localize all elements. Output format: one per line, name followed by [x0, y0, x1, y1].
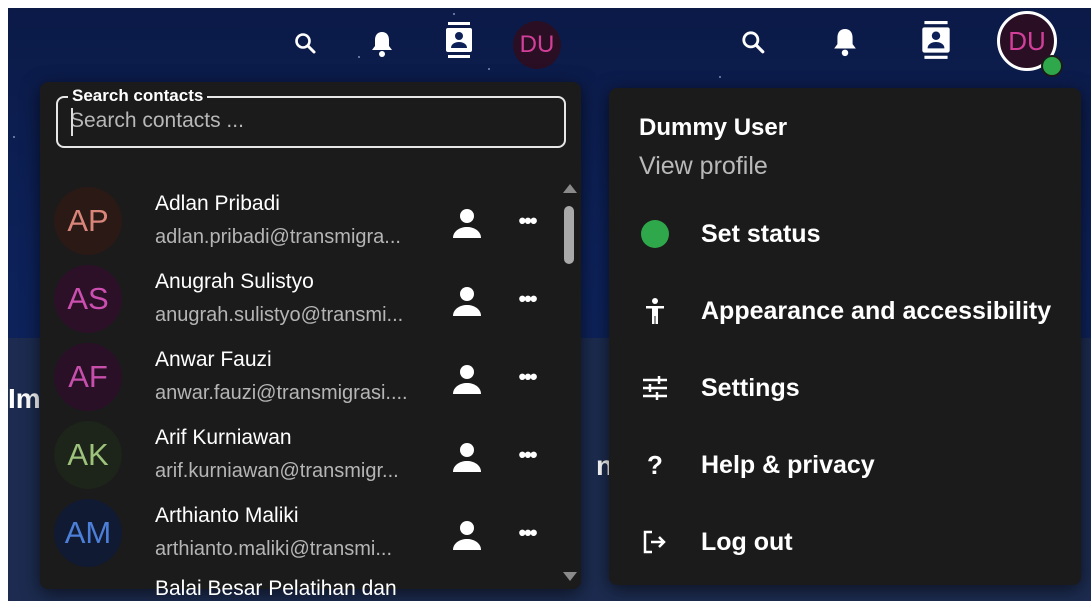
profile-panel-screenshot: DU n Dummy User View profile Set status …: [596, 0, 1091, 601]
contacts-scrollbar[interactable]: [560, 182, 578, 582]
profile-menu-dropdown: Dummy User View profile Set status Appea…: [609, 88, 1081, 585]
more-options-icon[interactable]: •••: [512, 518, 542, 548]
menu-item-appearance[interactable]: Appearance and accessibility: [609, 281, 1081, 341]
menu-item-settings[interactable]: Settings: [609, 358, 1081, 418]
search-icon[interactable]: [737, 26, 769, 58]
search-contacts-input[interactable]: [70, 108, 540, 134]
menu-item-set-status[interactable]: Set status: [609, 204, 1081, 264]
contact-email: arthianto.maliki@transmi...: [155, 538, 393, 560]
bell-icon[interactable]: [367, 28, 397, 60]
more-options-icon[interactable]: •••: [512, 362, 542, 392]
bell-icon[interactable]: [829, 24, 861, 60]
contact-row[interactable]: AS Anugrah Sulistyo anugrah.sulistyo@tra…: [40, 262, 560, 340]
background-star: [453, 13, 455, 15]
person-icon[interactable]: [450, 284, 486, 320]
menu-item-log-out[interactable]: Log out: [609, 512, 1081, 572]
user-avatar-button[interactable]: DU: [513, 21, 561, 69]
person-icon[interactable]: [450, 440, 486, 476]
menu-item-label: Appearance and accessibility: [701, 297, 1052, 325]
user-avatar-initials: DU: [519, 31, 555, 58]
contact-row[interactable]: AP Adlan Pribadi adlan.pribadi@transmigr…: [40, 184, 560, 262]
contact-name: Arif Kurniawan: [155, 426, 292, 449]
search-icon[interactable]: [290, 28, 320, 58]
scrollbar-thumb[interactable]: [564, 206, 574, 264]
contact-name: Anugrah Sulistyo: [155, 270, 314, 293]
status-dot-icon: [639, 218, 671, 250]
contact-initials: AF: [68, 359, 108, 394]
person-icon[interactable]: [450, 362, 486, 398]
contact-row[interactable]: AF Anwar Fauzi anwar.fauzi@transmigrasi.…: [40, 340, 560, 418]
contact-email: anwar.fauzi@transmigrasi....: [155, 382, 408, 404]
background-heading-fragment: Im: [8, 383, 41, 414]
contact-avatar: AS: [54, 265, 122, 333]
contact-avatar: AM: [54, 499, 122, 567]
more-options-icon[interactable]: •••: [512, 440, 542, 470]
menu-item-help-privacy[interactable]: ? Help & privacy: [609, 435, 1081, 495]
background-star: [13, 136, 15, 138]
scroll-up-arrow-icon[interactable]: [563, 184, 577, 193]
text-cursor: [71, 108, 73, 136]
online-status-indicator: [1041, 55, 1063, 77]
contact-email: arif.kurniawan@transmigr...: [155, 460, 399, 482]
user-avatar-initials: DU: [1008, 25, 1046, 56]
menu-item-label: Help & privacy: [701, 451, 875, 479]
contacts-dropdown: Search contacts AP Adlan Pribadi adlan.p…: [40, 82, 581, 600]
contact-avatar: AF: [54, 343, 122, 411]
scroll-down-arrow-icon[interactable]: [563, 572, 577, 581]
menu-item-label: Set status: [701, 220, 821, 248]
contact-name: Anwar Fauzi: [155, 348, 272, 371]
contact-avatar: AK: [54, 421, 122, 489]
contact-name: Arthianto Maliki: [155, 504, 299, 527]
menu-item-label: Log out: [701, 528, 793, 556]
background-star: [719, 76, 721, 78]
view-profile-link[interactable]: View profile: [639, 152, 768, 181]
contact-name-partial: Balai Besar Pelatihan dan: [155, 577, 397, 600]
logout-icon: [639, 526, 671, 558]
accessibility-icon: [639, 295, 671, 327]
contact-email: anugrah.sulistyo@transmi...: [155, 304, 404, 326]
contact-name: Adlan Pribadi: [155, 192, 280, 215]
help-icon: ?: [647, 449, 663, 480]
person-icon[interactable]: [450, 518, 486, 554]
contact-row[interactable]: AK Arif Kurniawan arif.kurniawan@transmi…: [40, 418, 560, 496]
more-options-icon[interactable]: •••: [512, 206, 542, 236]
profile-user-name: Dummy User: [639, 114, 788, 141]
contacts-panel-screenshot: DU Im Search contacts AP Adlan Pribadi a…: [0, 0, 596, 601]
search-contacts-label: Search contacts: [68, 86, 208, 106]
background-star: [358, 56, 360, 58]
contact-row[interactable]: AM Arthianto Maliki arthianto.maliki@tra…: [40, 496, 560, 574]
contact-initials: AM: [64, 515, 112, 550]
contact-initials: AP: [67, 203, 109, 238]
contact-email: adlan.pribadi@transmigra...: [155, 226, 401, 248]
person-icon[interactable]: [450, 206, 486, 242]
contacts-icon[interactable]: [444, 22, 474, 60]
search-contacts-field[interactable]: Search contacts: [56, 86, 566, 148]
menu-item-label: Settings: [701, 374, 800, 402]
contacts-icon[interactable]: [920, 20, 952, 62]
contact-initials: AK: [67, 437, 109, 472]
contact-avatar: AP: [54, 187, 122, 255]
settings-sliders-icon: [639, 372, 671, 404]
background-star: [488, 68, 490, 70]
contact-initials: AS: [67, 281, 109, 316]
more-options-icon[interactable]: •••: [512, 284, 542, 314]
